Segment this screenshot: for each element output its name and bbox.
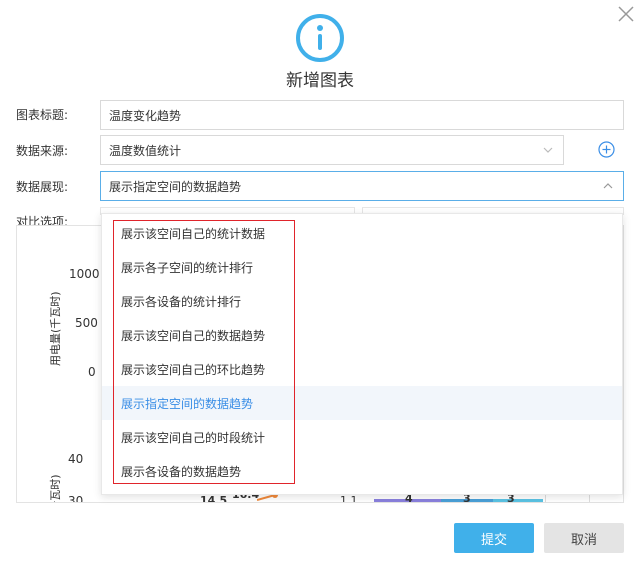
dialog-title: 新增图表 [286, 71, 354, 91]
submit-button[interactable]: 提交 [454, 523, 534, 553]
data-display-dropdown: 展示该空间自己的统计数据 展示各子空间的统计排行 展示各设备的统计排行 展示该空… [101, 213, 623, 495]
dropdown-option[interactable]: 展示该空间自己的环比趋势 [102, 352, 622, 386]
dropdown-option[interactable]: 展示各子空间的统计排行 [102, 250, 622, 284]
data-display-value: 展示指定空间的数据趋势 [109, 179, 242, 194]
y-tick-0: 0 [88, 365, 96, 379]
y-tick-30: 30 [68, 494, 84, 503]
data-display-select[interactable]: 展示指定空间的数据趋势 [100, 171, 624, 201]
add-source-button[interactable] [598, 141, 615, 158]
dropdown-option[interactable]: 展示各设备的数据趋势 [102, 454, 622, 488]
info-circle-icon [296, 14, 344, 62]
y-axis-label-bottom: (千瓦时) [49, 474, 62, 503]
data-label-1: 14.5 [200, 494, 228, 503]
data-source-value: 温度数值统计 [109, 143, 182, 158]
chart-bar-3 [493, 499, 543, 502]
chart-title-label: 图表标题: [16, 108, 69, 122]
y-tick-1000: 1000 [69, 267, 100, 281]
data-display-label: 数据展现: [16, 180, 69, 194]
chart-title-input[interactable]: 温度变化趋势 [100, 100, 624, 130]
dropdown-option-selected[interactable]: 展示指定空间的数据趋势 [102, 386, 622, 420]
y-axis-label-top: 用电量(千瓦时) [49, 291, 62, 366]
dropdown-option[interactable]: 展示该空间自己的统计数据 [102, 216, 622, 250]
close-icon[interactable] [616, 4, 636, 24]
chart-title-value: 温度变化趋势 [109, 108, 182, 123]
y-tick-40: 40 [68, 452, 84, 466]
y-tick-500: 500 [75, 316, 98, 330]
chevron-down-icon [543, 147, 553, 153]
dropdown-option[interactable]: 展示各设备的统计排行 [102, 284, 622, 318]
dropdown-option[interactable]: 展示该空间自己的数据趋势 [102, 318, 622, 352]
cancel-button[interactable]: 取消 [544, 523, 624, 553]
dropdown-option[interactable]: 展示该空间自己的时段统计 [102, 420, 622, 454]
chevron-up-icon [603, 183, 613, 189]
data-source-select[interactable]: 温度数值统计 [100, 135, 564, 165]
data-source-label: 数据来源: [16, 144, 69, 158]
data-label-3: 1.1 [340, 494, 358, 503]
